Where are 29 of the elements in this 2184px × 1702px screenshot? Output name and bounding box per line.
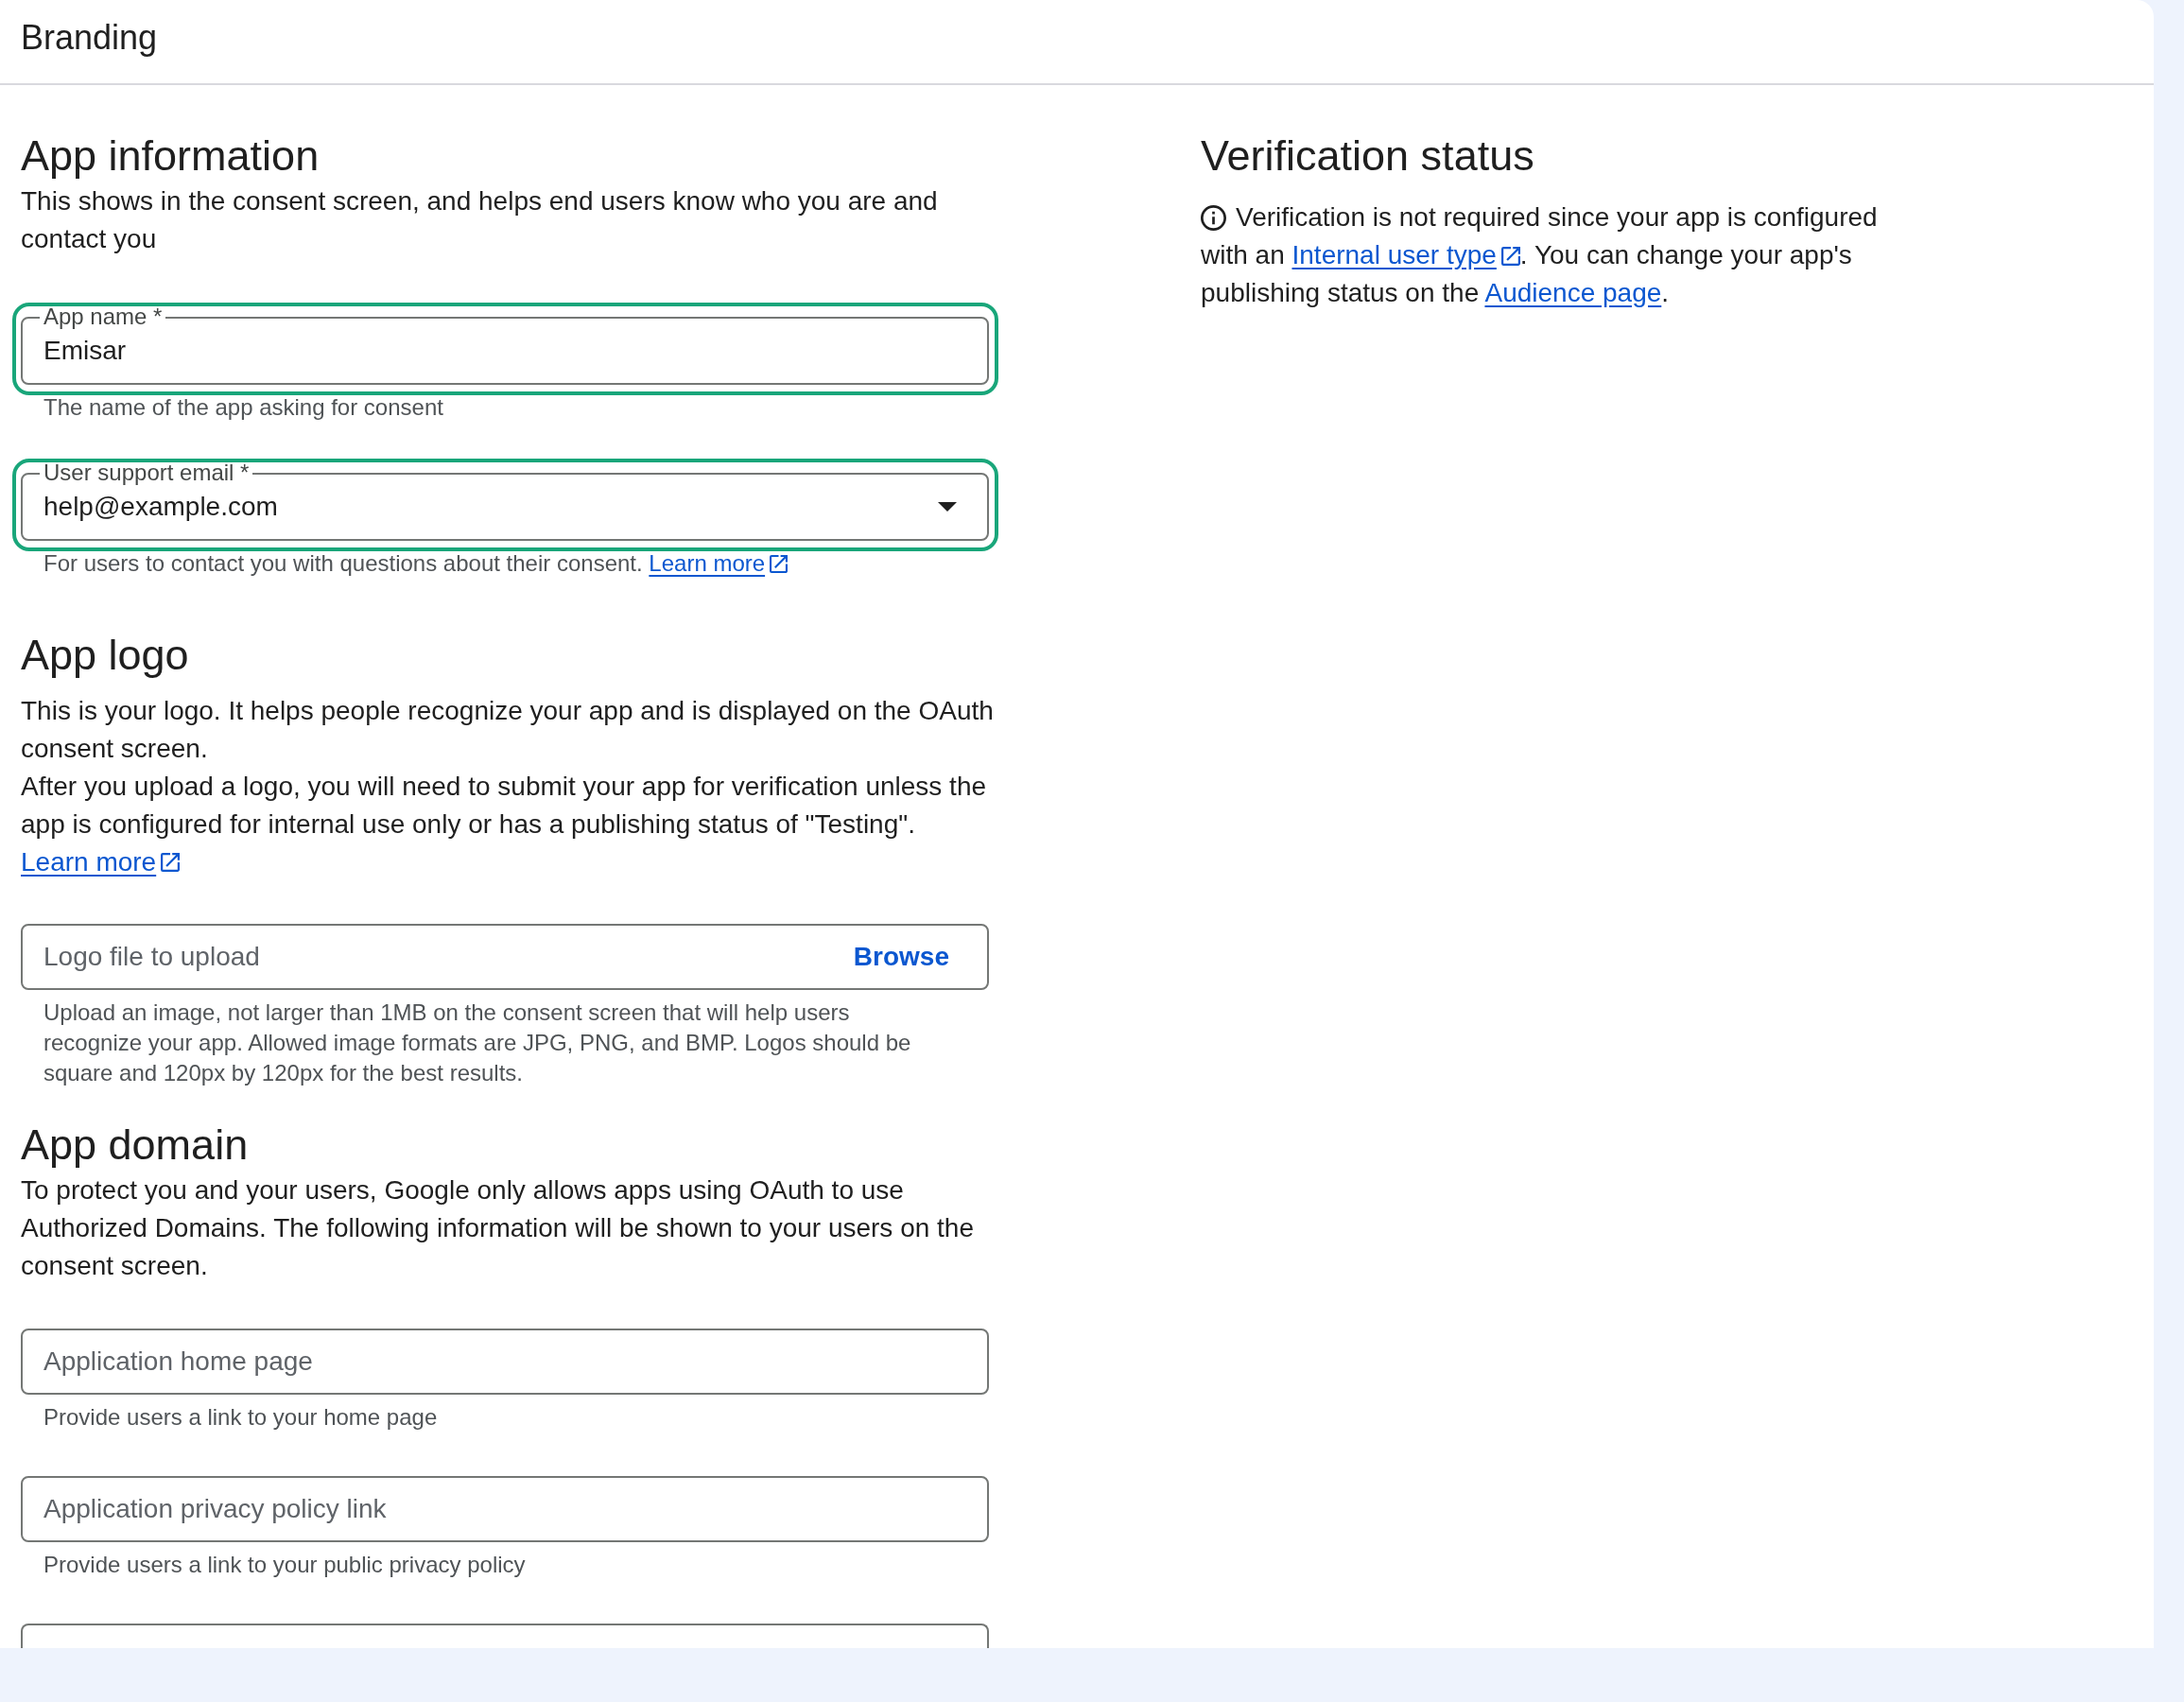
section-description: This is your logo. It helps people recognize your app and is displayed on the OAuth consent screen. [21,695,995,765]
section-heading: App logo [21,631,190,680]
helper-text: Provide users a link to your public privacy policy [43,1551,527,1579]
field-label: App name * [40,305,166,328]
section-heading: Verification status [1201,131,1535,181]
info-icon [1201,205,1226,231]
field-label: User support email * [40,461,253,484]
section-description: This shows in the consent screen, and helps end users know who you are and contact you [21,185,939,255]
file-upload-field[interactable]: Logo file to upload Browse [21,924,989,990]
page-title: Branding [21,17,158,59]
input-field[interactable]: Application privacy policy link [21,1476,989,1542]
caret-icon [938,502,957,512]
section-description: After you upload a logo, you will need to submit your app for verification unless the app is configured for internal use only or has a publishing status of "Testing". [21,771,988,841]
input-field[interactable]: App name * Emisar [21,305,989,385]
section-description: To protect you and your users, Google only allows apps using OAuth to use Authorized Domains. The following information will be shown to your users on the consent screen. [21,1174,975,1282]
dropdown-field[interactable]: User support email * help@example.com [21,461,989,541]
text-link[interactable]: Learn more [649,550,766,576]
helper-text: Provide users a link to your home page [43,1403,439,1432]
section-heading: App domain [21,1120,250,1170]
helper-text: The name of the app asking for consent [43,393,444,422]
text-link[interactable]: Learn more [21,843,157,881]
text-link[interactable]: Internal user type [1291,240,1497,269]
section-heading: App information [21,131,321,181]
text-link[interactable]: Audience page [1484,278,1662,307]
verification-message: Verification is not required since your app is configured with an Internal user type . You can change your app's publishing status on the Audience page. [1201,201,1879,309]
helper-text: Upload an image, not larger than 1MB on the consent screen that will help users recognize your app. Allowed image formats are JPG, PNG, and BMP. Logos should be square and 120px by 120px for the best results. [43,999,912,1087]
browse-button[interactable]: Browse [841,936,961,978]
input-field[interactable]: Application home page [21,1329,989,1395]
helper-text: For users to contact you with questions about their consent. Learn more [21,548,989,579]
